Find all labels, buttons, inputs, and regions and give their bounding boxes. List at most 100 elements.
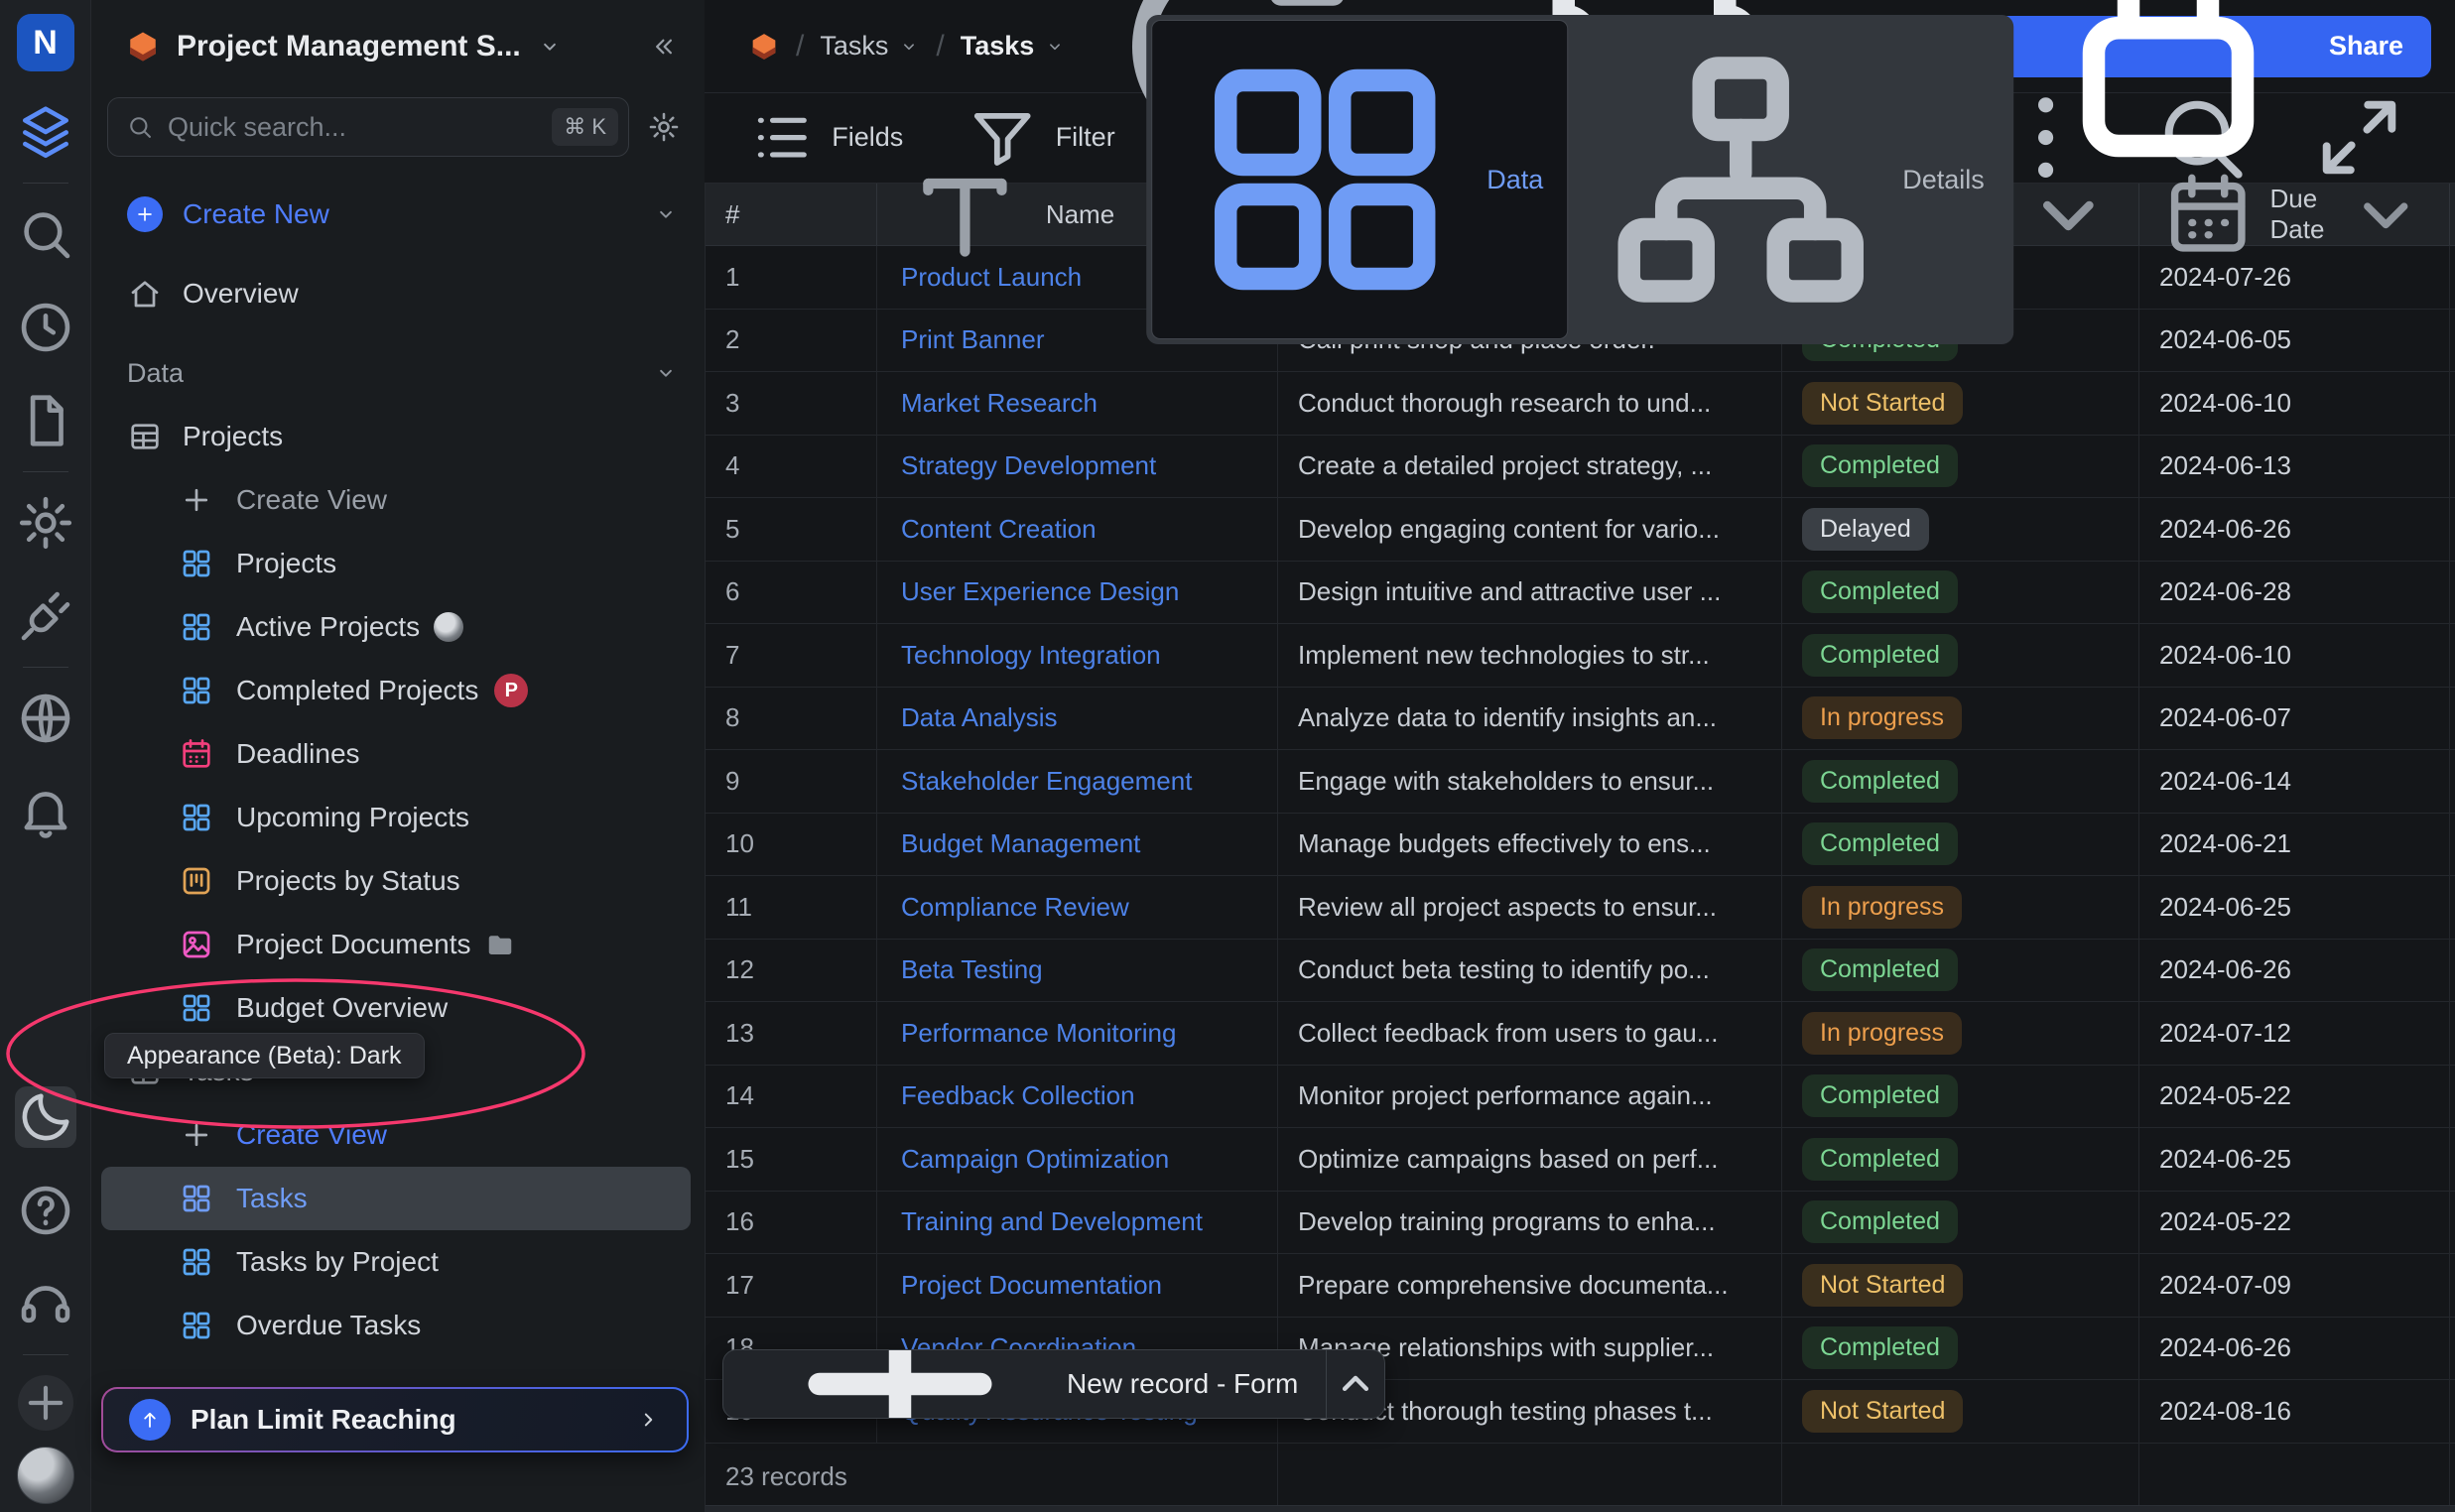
record-description[interactable]: Develop engaging content for vario... [1278, 498, 1782, 561]
sidebar-item-overview[interactable]: Overview [91, 262, 705, 325]
sidebar-settings-gear-icon[interactable] [647, 110, 681, 144]
record-name-link[interactable]: Content Creation [877, 498, 1278, 561]
record-name-link[interactable]: Technology Integration [877, 624, 1278, 687]
record-due-date[interactable]: 2024-07-26 [2139, 246, 2450, 309]
rail-globe-icon[interactable] [15, 688, 76, 749]
record-due-date[interactable]: 2024-06-28 [2139, 562, 2450, 624]
record-due-date[interactable]: 2024-07-09 [2139, 1254, 2450, 1317]
record-description[interactable]: Implement new technologies to str... [1278, 624, 1782, 687]
sidebar-view-projects[interactable]: Projects [91, 532, 705, 595]
table-row[interactable]: 11Compliance ReviewReview all project as… [706, 876, 2455, 940]
rail-file-icon[interactable] [15, 390, 76, 451]
quick-search-input[interactable] [168, 112, 538, 143]
new-record-options-button[interactable] [1327, 1350, 1384, 1418]
sidebar-view-tasks[interactable]: Tasks [101, 1167, 691, 1230]
table-row[interactable]: 14Feedback CollectionMonitor project per… [706, 1066, 2455, 1129]
record-status-cell[interactable]: Not Started [1782, 372, 2139, 435]
record-due-date[interactable]: 2024-06-26 [2139, 498, 2450, 561]
record-status-cell[interactable]: Not Started [1782, 1380, 2139, 1443]
table-row[interactable]: 12Beta TestingConduct beta testing to id… [706, 940, 2455, 1003]
sidebar-table-projects[interactable]: Projects [91, 405, 705, 468]
record-description[interactable]: Manage budgets effectively to ens... [1278, 814, 1782, 876]
rail-bell-icon[interactable] [15, 781, 76, 842]
record-name-link[interactable]: Feedback Collection [877, 1066, 1278, 1128]
record-due-date[interactable]: 2024-06-07 [2139, 688, 2450, 750]
breadcrumb-view[interactable]: Tasks [961, 31, 1067, 62]
table-row[interactable]: 15Campaign OptimizationOptimize campaign… [706, 1128, 2455, 1192]
data-section-header[interactable]: Data [91, 341, 705, 405]
rail-help-icon[interactable] [15, 1180, 76, 1241]
record-due-date[interactable]: 2024-06-05 [2139, 310, 2450, 372]
sidebar-view-projects-by-status[interactable]: Projects by Status [91, 849, 705, 913]
record-name-link[interactable]: Training and Development [877, 1192, 1278, 1254]
quick-search-box[interactable]: ⌘ K [107, 97, 629, 157]
record-due-date[interactable]: 2024-05-22 [2139, 1066, 2450, 1128]
record-description[interactable]: Collect feedback from users to gau... [1278, 1002, 1782, 1065]
table-row[interactable]: 6User Experience DesignDesign intuitive … [706, 562, 2455, 625]
table-row[interactable]: 3Market ResearchConduct thorough researc… [706, 372, 2455, 436]
rail-clock-icon[interactable] [15, 297, 76, 358]
record-status-cell[interactable]: Completed [1782, 436, 2139, 498]
sidebar-view-project-documents[interactable]: Project Documents [91, 913, 705, 976]
table-row[interactable]: 17Project DocumentationPrepare comprehen… [706, 1254, 2455, 1318]
record-description[interactable]: Create a detailed project strategy, ... [1278, 436, 1782, 498]
table-row[interactable]: 8Data AnalysisAnalyze data to identify i… [706, 688, 2455, 751]
record-description[interactable]: Design intuitive and attractive user ... [1278, 562, 1782, 624]
record-name-link[interactable]: Data Analysis [877, 688, 1278, 750]
sidebar-view-deadlines[interactable]: Deadlines [91, 722, 705, 786]
record-due-date[interactable]: 2024-05-22 [2139, 1192, 2450, 1254]
record-due-date[interactable]: 2024-06-13 [2139, 436, 2450, 498]
rail-search-icon[interactable] [15, 203, 76, 265]
table-row[interactable]: 16Training and DevelopmentDevelop traini… [706, 1192, 2455, 1255]
record-status-cell[interactable]: Completed [1782, 1128, 2139, 1191]
record-description[interactable]: Optimize campaigns based on perf... [1278, 1128, 1782, 1191]
rail-plus-icon[interactable] [18, 1375, 73, 1431]
record-description[interactable]: Develop training programs to enha... [1278, 1192, 1782, 1254]
table-row[interactable]: 10Budget ManagementManage budgets effect… [706, 814, 2455, 877]
create-view-button[interactable]: Create View [91, 468, 705, 532]
record-description[interactable]: Analyze data to identify insights an... [1278, 688, 1782, 750]
sidebar-view-tasks-by-project[interactable]: Tasks by Project [91, 1230, 705, 1294]
record-due-date[interactable]: 2024-08-16 [2139, 1380, 2450, 1443]
record-status-cell[interactable]: Not Started [1782, 1254, 2139, 1317]
rail-moon-icon[interactable] [15, 1086, 76, 1148]
record-name-link[interactable]: Campaign Optimization [877, 1128, 1278, 1191]
record-due-date[interactable]: 2024-06-14 [2139, 750, 2450, 813]
table-row[interactable]: 13Performance MonitoringCollect feedback… [706, 1002, 2455, 1066]
rail-layers-icon[interactable] [15, 101, 76, 163]
nocodb-logo[interactable]: N [17, 14, 74, 71]
record-status-cell[interactable]: In progress [1782, 1002, 2139, 1065]
breadcrumb-table[interactable]: Tasks [820, 31, 920, 62]
record-status-cell[interactable]: Delayed [1782, 498, 2139, 561]
plan-limit-banner[interactable]: Plan Limit Reaching [101, 1387, 689, 1452]
record-name-link[interactable]: Budget Management [877, 814, 1278, 876]
tab-data[interactable]: Data [1151, 20, 1568, 339]
record-due-date[interactable]: 2024-06-26 [2139, 1318, 2450, 1380]
record-status-cell[interactable]: Completed [1782, 940, 2139, 1002]
record-name-link[interactable]: Compliance Review [877, 876, 1278, 939]
record-description[interactable]: Engage with stakeholders to ensur... [1278, 750, 1782, 813]
record-due-date[interactable]: 2024-06-21 [2139, 814, 2450, 876]
record-description[interactable]: Monitor project performance again... [1278, 1066, 1782, 1128]
record-name-link[interactable]: User Experience Design [877, 562, 1278, 624]
record-status-cell[interactable]: Completed [1782, 562, 2139, 624]
record-status-cell[interactable]: Completed [1782, 750, 2139, 813]
rail-headset-icon[interactable] [15, 1273, 76, 1334]
record-name-link[interactable]: Performance Monitoring [877, 1002, 1278, 1065]
table-row[interactable]: 5Content CreationDevelop engaging conten… [706, 498, 2455, 562]
record-due-date[interactable]: 2024-06-10 [2139, 624, 2450, 687]
record-due-date[interactable]: 2024-06-26 [2139, 940, 2450, 1002]
chevron-down-icon[interactable] [537, 34, 563, 60]
record-due-date[interactable]: 2024-06-25 [2139, 876, 2450, 939]
table-row[interactable]: 9Stakeholder EngagementEngage with stake… [706, 750, 2455, 814]
sidebar-collapse-button[interactable] [649, 32, 679, 62]
table-row[interactable]: 4Strategy DevelopmentCreate a detailed p… [706, 436, 2455, 499]
table-row[interactable]: 7Technology IntegrationImplement new tec… [706, 624, 2455, 688]
record-status-cell[interactable]: Completed [1782, 1192, 2139, 1254]
record-name-link[interactable]: Stakeholder Engagement [877, 750, 1278, 813]
sidebar-view-completed-projects[interactable]: Completed ProjectsP [91, 659, 705, 722]
record-name-link[interactable]: Market Research [877, 372, 1278, 435]
record-status-cell[interactable]: In progress [1782, 688, 2139, 750]
sidebar-view-budget-overview[interactable]: Budget Overview [91, 976, 705, 1040]
record-status-cell[interactable]: Completed [1782, 1318, 2139, 1380]
